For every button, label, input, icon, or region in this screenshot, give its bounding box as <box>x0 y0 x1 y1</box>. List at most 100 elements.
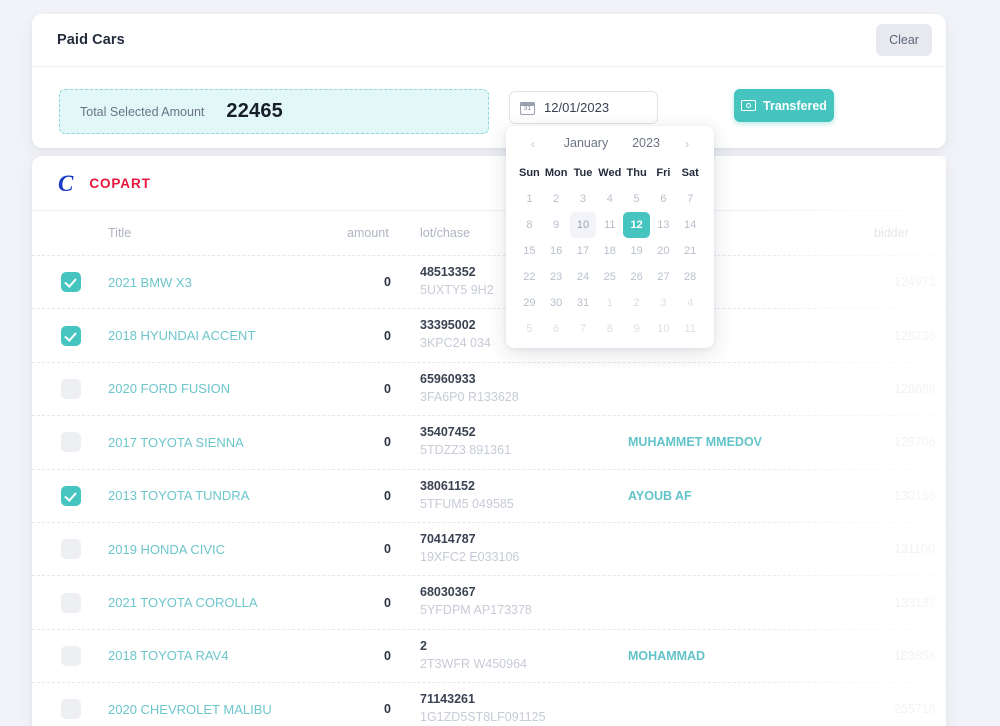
calendar-day[interactable]: 9 <box>623 316 650 342</box>
calendar-day[interactable]: 4 <box>596 186 623 212</box>
calendar-day[interactable]: 1 <box>516 186 543 212</box>
calendar-day[interactable]: 11 <box>677 316 704 342</box>
prev-month-button[interactable]: ‹ <box>524 126 542 160</box>
calendar-day[interactable]: 21 <box>677 238 704 264</box>
row-checkbox[interactable] <box>61 378 81 399</box>
calendar-day[interactable]: 8 <box>516 212 543 238</box>
row-amount: 0 <box>384 435 391 450</box>
calendar-day[interactable]: 10 <box>650 316 677 342</box>
calendar-day[interactable]: 18 <box>596 238 623 264</box>
calendar-day[interactable]: 25 <box>596 264 623 290</box>
weekday-label: Thu <box>626 167 647 179</box>
row-car-title[interactable]: 2019 HONDA CIVIC <box>108 542 225 557</box>
calendar-day[interactable]: 24 <box>570 264 597 290</box>
row-bidder-id: 130156 <box>894 488 936 503</box>
cash-icon <box>741 100 757 111</box>
calendar-day[interactable]: 5 <box>516 316 543 342</box>
row-vin: 5YFDPM AP173378 <box>420 603 532 618</box>
row-lot-number: 68030367 <box>420 585 476 600</box>
calendar-day[interactable]: 3 <box>650 290 677 316</box>
calendar-day-selected[interactable]: 12 <box>623 212 650 238</box>
row-checkbox[interactable] <box>61 272 81 293</box>
calendar-day[interactable]: 5 <box>623 186 650 212</box>
row-checkbox[interactable] <box>61 485 81 506</box>
calendar-day[interactable]: 2 <box>623 290 650 316</box>
calendar-year-label[interactable]: 2023 <box>624 136 668 150</box>
next-month-button[interactable]: › <box>678 126 696 160</box>
row-checkbox[interactable] <box>61 539 81 560</box>
row-amount: 0 <box>384 648 391 663</box>
row-bidder-id: 126236 <box>894 328 936 343</box>
total-value: 22465 <box>226 100 284 122</box>
row-vin: 3FA6P0 R133628 <box>420 389 519 404</box>
row-car-title[interactable]: 2017 TOYOTA SIENNA <box>108 435 244 450</box>
calendar-week-row: 5 6 7 8 9 10 11 <box>516 316 704 342</box>
calendar-day[interactable]: 7 <box>677 186 704 212</box>
row-car-title[interactable]: 2020 FORD FUSION <box>108 381 230 396</box>
row-bidder-id: 183854 <box>894 648 936 663</box>
row-bidder-id: 131100 <box>894 542 935 557</box>
table-row: 2018 TOYOTA RAV4 0 2 2T3WFR W450964 MOHAMMAD… <box>32 628 946 682</box>
calendar-day[interactable]: 17 <box>570 238 597 264</box>
calendar-day[interactable]: 10 <box>569 212 597 238</box>
calendar-day[interactable]: 27 <box>650 264 677 290</box>
row-lot-number: 65960933 <box>420 371 476 386</box>
calendar-day[interactable]: 28 <box>677 264 704 290</box>
calendar-month-label[interactable]: January <box>556 136 616 150</box>
row-car-title[interactable]: 2018 TOYOTA RAV4 <box>108 648 228 663</box>
calendar-day[interactable]: 6 <box>650 186 677 212</box>
calendar-day[interactable]: 4 <box>677 290 704 316</box>
row-checkbox[interactable] <box>61 592 81 613</box>
row-amount: 0 <box>384 488 391 503</box>
calendar-day[interactable]: 23 <box>543 264 570 290</box>
calendar-day[interactable]: 15 <box>516 238 543 264</box>
calendar-icon: 31 <box>520 100 535 115</box>
auction-name: COPART <box>89 175 151 191</box>
row-car-title[interactable]: 2020 CHEVROLET MALIBU <box>108 702 272 717</box>
row-lot-number: 33395002 <box>420 318 476 333</box>
date-picker-popup[interactable]: ‹ January 2023 › Sun Mon Tue Wed Thu Fri Sat 1… <box>506 126 714 348</box>
date-picker-grid: Sun Mon Tue Wed Thu Fri Sat 1 2 3 4 5 6 7 8 9 10 11 12 13 1… <box>506 160 714 342</box>
calendar-weeks: 1 2 3 4 5 6 7 8 9 10 11 12 13 14 15 16 17 18 19 20 21 22 23 24 2… <box>516 186 704 342</box>
calendar-day[interactable]: 29 <box>516 290 543 316</box>
row-checkbox[interactable] <box>61 645 81 666</box>
calendar-week-row: 22 23 24 25 26 27 28 <box>516 264 704 290</box>
auction-list-card: C COPART Title amount lot/chase bidder 2… <box>32 156 946 726</box>
weekday-label: Fri <box>656 167 671 179</box>
row-checkbox[interactable] <box>61 432 81 453</box>
column-header-title: Title <box>108 226 132 240</box>
calendar-day[interactable]: 7 <box>570 316 597 342</box>
calendar-day[interactable]: 9 <box>543 212 570 238</box>
calendar-day[interactable]: 19 <box>623 238 650 264</box>
row-amount: 0 <box>384 275 391 290</box>
calendar-week-row: 1234567 <box>516 186 704 212</box>
calendar-day[interactable]: 20 <box>650 238 677 264</box>
row-car-title[interactable]: 2021 TOYOTA COROLLA <box>108 595 258 610</box>
row-car-title[interactable]: 2021 BMW X3 <box>108 275 192 290</box>
calendar-day[interactable]: 1 <box>596 290 623 316</box>
calendar-day[interactable]: 13 <box>650 212 677 238</box>
calendar-day[interactable]: 31 <box>570 290 597 316</box>
calendar-day[interactable]: 11 <box>596 212 623 238</box>
row-car-title[interactable]: 2018 HYUNDAI ACCENT <box>108 328 255 343</box>
row-checkbox[interactable] <box>61 699 81 720</box>
calendar-day[interactable]: 16 <box>543 238 570 264</box>
app-root: Paid Cars Clear Total Selected Amount 22… <box>0 0 1000 726</box>
calendar-day[interactable]: 14 <box>677 212 704 238</box>
calendar-day[interactable]: 26 <box>623 264 650 290</box>
calendar-day[interactable]: 30 <box>543 290 570 316</box>
row-car-title[interactable]: 2013 TOYOTA TUNDRA <box>108 488 249 503</box>
table-body: 2021 BMW X3 0 48513352 5UXTY5 9H2 124973 2018… <box>32 255 946 726</box>
row-lot-number: 35407452 <box>420 425 476 440</box>
calendar-day[interactable]: 2 <box>543 186 570 212</box>
calendar-day[interactable]: 8 <box>596 316 623 342</box>
calendar-day[interactable]: 6 <box>543 316 570 342</box>
row-amount: 0 <box>384 702 391 717</box>
transfered-button[interactable]: Transfered <box>734 89 834 122</box>
calendar-day[interactable]: 22 <box>516 264 543 290</box>
row-checkbox[interactable] <box>61 325 81 346</box>
calendar-day[interactable]: 3 <box>570 186 597 212</box>
total-label: Total Selected Amount <box>80 104 205 119</box>
date-input[interactable]: 31 12/01/2023 <box>509 91 658 124</box>
clear-button[interactable]: Clear <box>876 24 932 56</box>
